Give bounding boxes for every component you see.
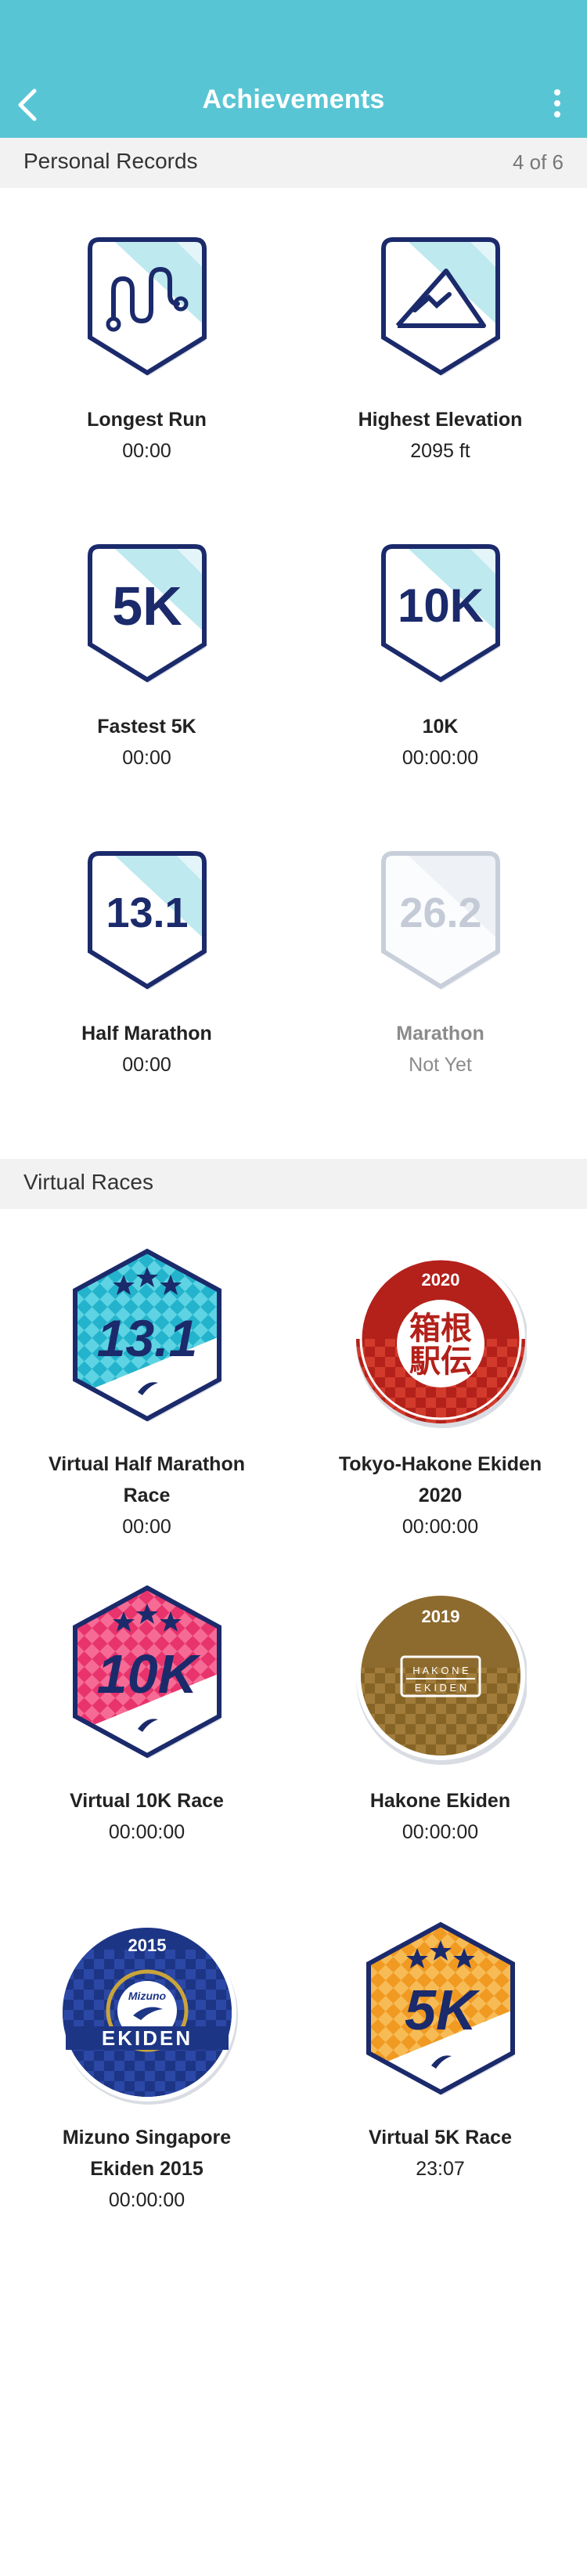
race-label-line2: Ekiden 2015 [90, 2158, 203, 2180]
record-value: 00:00 [122, 440, 171, 462]
record-value: 2095 ft [410, 440, 470, 462]
race-value: 00:00 [122, 1516, 171, 1538]
records-count: 4 of 6 [512, 150, 564, 174]
record-value: 00:00 [122, 747, 171, 769]
race-label: Virtual 5K Race [369, 2127, 512, 2148]
race-value: 00:00:00 [402, 1516, 479, 1538]
record-label: Marathon [396, 1023, 484, 1044]
race-label: Hakone Ekiden [369, 1790, 511, 1812]
race-label: Virtual 10K Race [70, 1790, 224, 1812]
record-value: 00:00:00 [402, 747, 479, 769]
svg-text:H A K O N E: H A K O N E [412, 1665, 469, 1676]
race-virtual-10k[interactable]: 10K Virtual 10K Race 00:00:00 [0, 1582, 294, 1848]
record-label: Longest Run [87, 409, 207, 431]
more-options-icon[interactable] [551, 88, 564, 119]
record-10k[interactable]: 10K 10K 00:00:00 [294, 539, 587, 774]
record-label: Half Marathon [81, 1023, 212, 1044]
svg-text:26.2: 26.2 [399, 889, 481, 936]
record-value: Not Yet [409, 1054, 472, 1076]
half-marathon-badge: 13.1 [87, 851, 207, 990]
race-virtual-half-marathon[interactable]: 13.1 Virtual Half Marathon Race 00:00 [0, 1245, 294, 1542]
race-label: Tokyo-Hakone Ekiden [338, 1453, 542, 1475]
race-tokyo-hakone-ekiden-2020[interactable]: 2020 箱根 駅伝 Tokyo-Hakone Ekiden 2020 00:0… [294, 1245, 587, 1542]
svg-text:箱根: 箱根 [409, 1311, 472, 1347]
record-longest-run[interactable]: Longest Run 00:00 [0, 232, 294, 467]
race-label-line2: Race [123, 1485, 171, 1506]
record-label: Highest Elevation [358, 409, 523, 431]
svg-text:E K I D E N: E K I D E N [414, 1682, 466, 1694]
record-fastest-5k[interactable]: 5K Fastest 5K 00:00 [0, 539, 294, 774]
svg-text:10K: 10K [397, 579, 483, 632]
virtual-races-header: Virtual Races [0, 1159, 587, 1209]
record-half-marathon[interactable]: 13.1 Half Marathon 00:00 [0, 846, 294, 1081]
race-label: Virtual Half Marathon [49, 1453, 245, 1475]
svg-text:10K: 10K [96, 1643, 200, 1705]
svg-text:2020: 2020 [421, 1270, 459, 1290]
marathon-badge-locked: 26.2 [380, 851, 500, 990]
race-value: 00:00:00 [108, 1821, 185, 1843]
app-header: Achievements [0, 0, 587, 138]
race-value: 23:07 [416, 2158, 465, 2180]
race-label-line2: 2020 [418, 1485, 463, 1506]
race-mizuno-singapore-ekiden-2015[interactable]: 2015 Mizuno EKIDEN Mizuno Singapore Ekid… [0, 1918, 294, 2216]
section-title: Personal Records [23, 149, 198, 173]
hakone-ekiden-2020-badge: 2020 箱根 駅伝 [355, 1254, 527, 1428]
svg-text:13.1: 13.1 [106, 889, 188, 936]
svg-text:駅伝: 駅伝 [409, 1344, 472, 1380]
race-hakone-ekiden[interactable]: 2019 H A K O N E E K I D E N Hakone Ekid… [294, 1582, 587, 1848]
record-value: 00:00 [122, 1054, 171, 1076]
hakone-ekiden-2019-badge: 2019 H A K O N E E K I D E N [355, 1591, 527, 1765]
record-marathon[interactable]: 26.2 Marathon Not Yet [294, 846, 587, 1081]
svg-text:Mizuno: Mizuno [128, 1990, 166, 2002]
virtual-5k-badge: 5K [366, 1921, 515, 2095]
race-virtual-5k[interactable]: 5K Virtual 5K Race 23:07 [294, 1918, 587, 2185]
record-label: Fastest 5K [97, 716, 196, 738]
record-label: 10K [422, 716, 459, 738]
svg-text:2019: 2019 [421, 1607, 459, 1626]
virtual-10k-badge: 10K [72, 1585, 221, 1759]
wavy-route-icon [87, 237, 207, 376]
section-title: Virtual Races [23, 1170, 154, 1194]
svg-text:EKIDEN: EKIDEN [101, 2026, 192, 2050]
svg-text:2015: 2015 [128, 1936, 166, 1955]
personal-records-header: Personal Records 4 of 6 [0, 138, 587, 188]
5k-badge: 5K [87, 544, 207, 683]
race-value: 00:00:00 [108, 2189, 185, 2211]
svg-text:5K: 5K [112, 575, 182, 637]
mountain-icon [380, 237, 500, 376]
svg-text:5K: 5K [404, 1979, 480, 2042]
record-highest-elevation[interactable]: Highest Elevation 2095 ft [294, 232, 587, 467]
virtual-half-marathon-badge: 13.1 [72, 1248, 221, 1422]
10k-badge: 10K [380, 544, 500, 683]
race-value: 00:00:00 [402, 1821, 479, 1843]
mizuno-singapore-ekiden-badge: 2015 Mizuno EKIDEN [57, 1923, 238, 2105]
page-title: Achievements [202, 85, 385, 114]
race-label: Mizuno Singapore [62, 2127, 232, 2148]
svg-text:13.1: 13.1 [96, 1309, 196, 1367]
